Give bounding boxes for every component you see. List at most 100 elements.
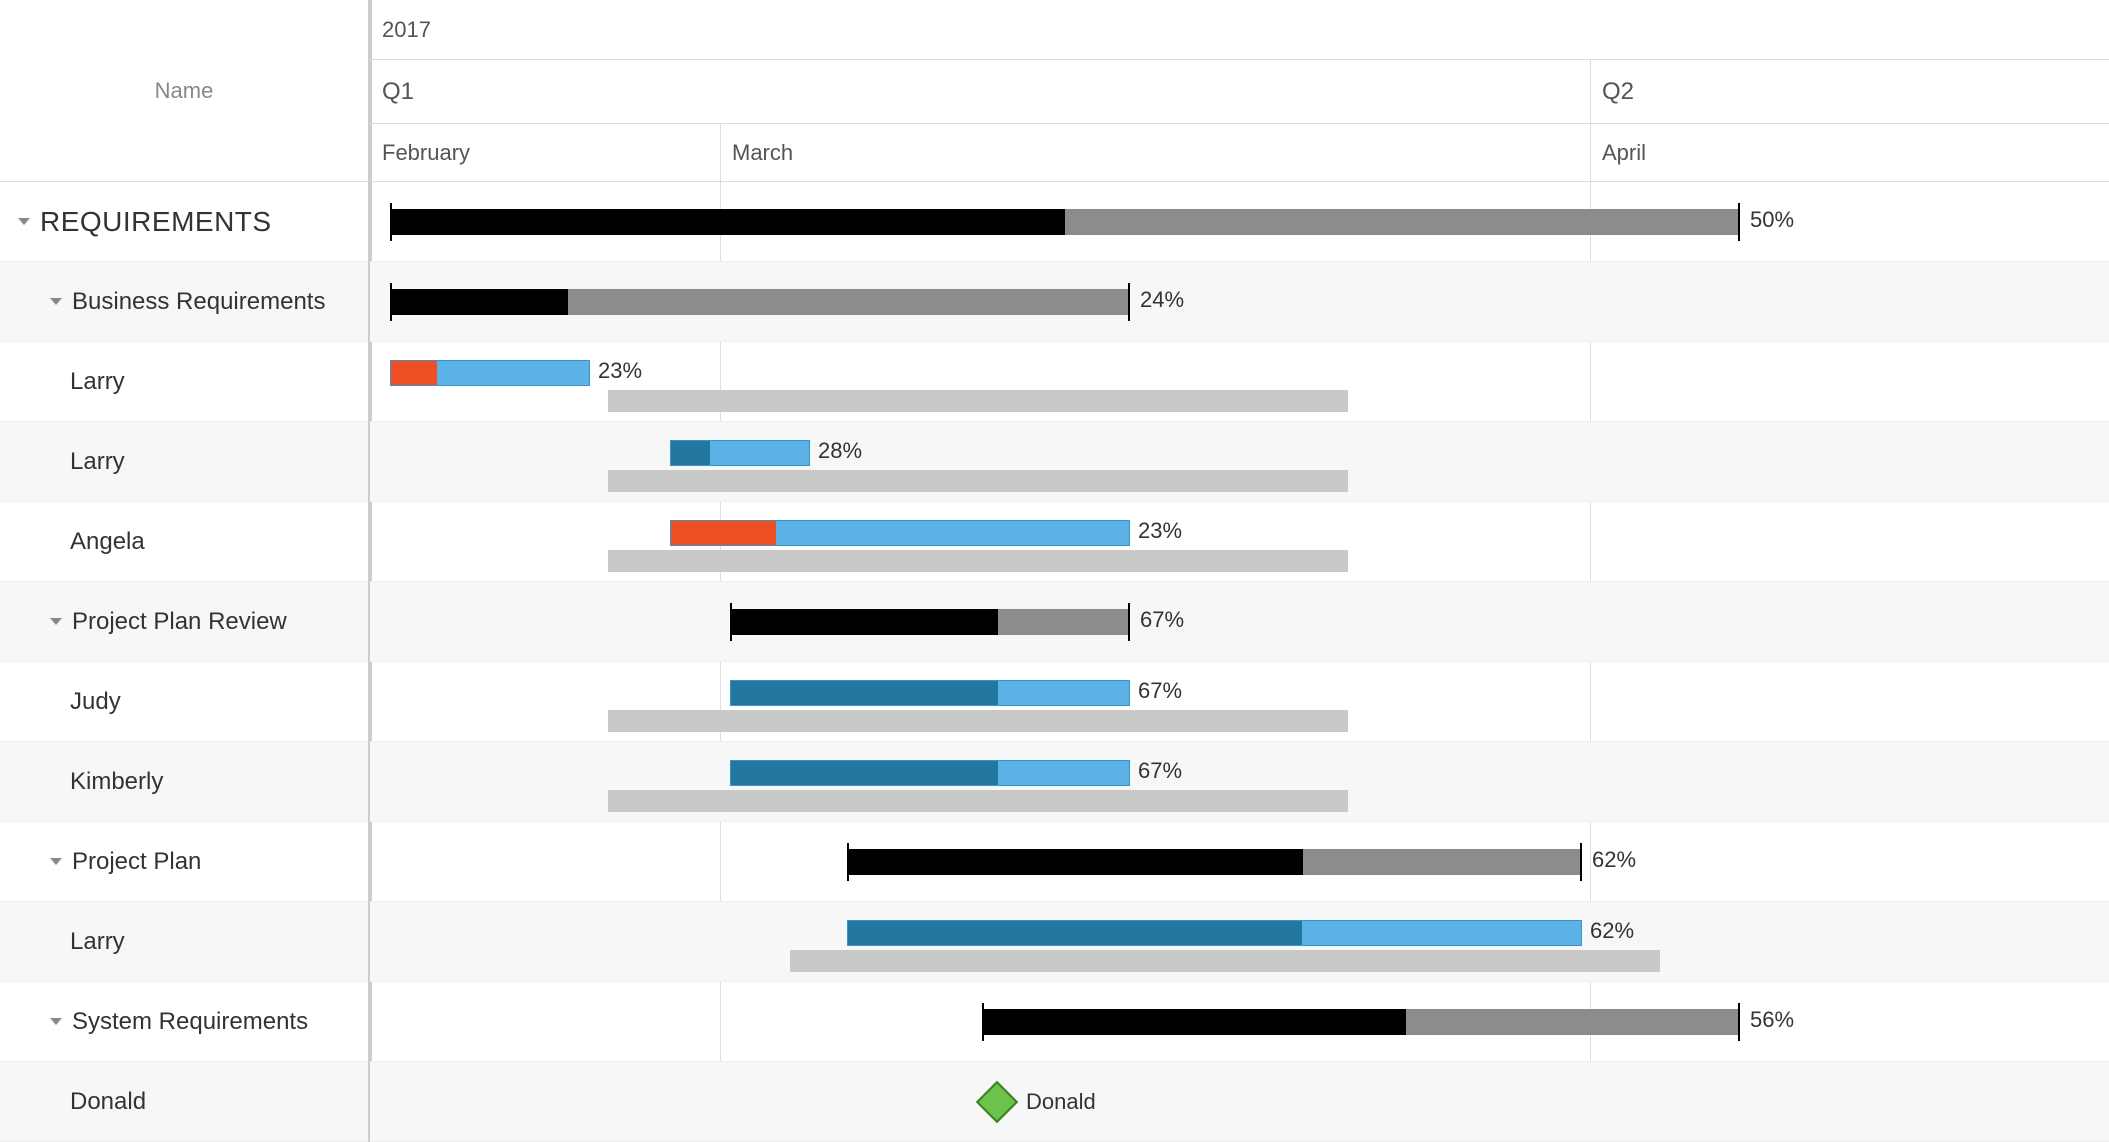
task-row[interactable]: Kimberly [0, 742, 368, 822]
baseline-bar [608, 390, 1348, 412]
timeline-row: 28% [370, 422, 2109, 502]
progress-fill [390, 209, 1065, 235]
task-name-label: Project Plan Review [72, 608, 287, 636]
timeline-row: 62% [370, 822, 2109, 902]
task-row[interactable]: System Requirements [0, 982, 368, 1062]
year-label: 2017 [382, 17, 431, 43]
progress-label: 24% [1140, 287, 1184, 313]
timeline-month-row: February March April [370, 124, 2109, 182]
summary-bar[interactable] [982, 1009, 1740, 1035]
timeline-row: 67% [370, 582, 2109, 662]
progress-label: 62% [1592, 847, 1636, 873]
task-name-label: REQUIREMENTS [40, 206, 272, 238]
gridline [1590, 60, 1591, 123]
baseline-bar [608, 790, 1348, 812]
task-row[interactable]: Larry [0, 902, 368, 982]
month-label: February [382, 140, 470, 166]
collapse-icon[interactable] [18, 218, 30, 225]
task-name-label: Larry [70, 928, 125, 956]
task-row[interactable]: Larry [0, 422, 368, 502]
task-name-cell[interactable]: Donald [0, 1062, 146, 1141]
task-name-cell[interactable]: Business Requirements [0, 262, 325, 341]
progress-fill [390, 289, 568, 315]
task-row[interactable]: Judy [0, 662, 368, 742]
progress-fill [848, 921, 1302, 945]
task-name-label: Larry [70, 368, 125, 396]
progress-fill [982, 1009, 1406, 1035]
timeline-row: 56% [370, 982, 2109, 1062]
task-row[interactable]: REQUIREMENTS [0, 182, 368, 262]
task-name-cell[interactable]: Larry [0, 342, 125, 421]
task-bar[interactable] [730, 760, 1130, 786]
timeline-body: 50% 24% 23% 28% 23% 67% 67% 67% 62% 62% 56% Donald [370, 182, 2109, 1142]
progress-fill [731, 681, 998, 705]
summary-bar[interactable] [730, 609, 1130, 635]
task-row[interactable]: Business Requirements [0, 262, 368, 342]
baseline-bar [790, 950, 1660, 972]
task-name-label: Donald [70, 1088, 146, 1116]
task-row[interactable]: Project Plan [0, 822, 368, 902]
task-name-label: Angela [70, 528, 145, 556]
progress-label: 67% [1140, 607, 1184, 633]
task-name-cell[interactable]: Angela [0, 502, 145, 581]
task-bar[interactable] [670, 440, 810, 466]
task-bar[interactable] [390, 360, 590, 386]
timeline-row: 24% [370, 262, 2109, 342]
timeline-row: 23% [370, 502, 2109, 582]
progress-label: 56% [1750, 1007, 1794, 1033]
task-row[interactable]: Project Plan Review [0, 582, 368, 662]
task-name-label: Kimberly [70, 768, 163, 796]
task-name-cell[interactable]: Kimberly [0, 742, 163, 821]
progress-label: 23% [598, 358, 642, 384]
baseline-bar [608, 470, 1348, 492]
task-row[interactable]: Angela [0, 502, 368, 582]
name-column-label: Name [155, 78, 214, 104]
task-name-cell[interactable]: Project Plan Review [0, 582, 287, 661]
quarter-label: Q2 [1602, 78, 1634, 106]
timeline-row: 67% [370, 662, 2109, 742]
timeline-row: Donald [370, 1062, 2109, 1142]
progress-label: 28% [818, 438, 862, 464]
task-bar[interactable] [670, 520, 1130, 546]
progress-label: 23% [1138, 518, 1182, 544]
task-row[interactable]: Donald [0, 1062, 368, 1142]
progress-label: 67% [1138, 758, 1182, 784]
task-name-cell[interactable]: REQUIREMENTS [0, 182, 272, 261]
task-name-cell[interactable]: Larry [0, 422, 125, 501]
baseline-bar [608, 710, 1348, 732]
summary-bar[interactable] [847, 849, 1582, 875]
task-name-cell[interactable]: System Requirements [0, 982, 308, 1061]
milestone-icon[interactable] [976, 1081, 1018, 1123]
timeline-row: 50% [370, 182, 2109, 262]
task-row[interactable]: Larry [0, 342, 368, 422]
gridline [720, 124, 721, 181]
timeline-year-row: 2017 [370, 0, 2109, 60]
timeline-row: 67% [370, 742, 2109, 822]
month-label: April [1602, 140, 1646, 166]
collapse-icon[interactable] [50, 858, 62, 865]
task-name-label: Business Requirements [72, 288, 325, 316]
summary-bar[interactable] [390, 289, 1130, 315]
progress-label: 62% [1590, 918, 1634, 944]
task-name-label: Judy [70, 688, 121, 716]
progress-fill [671, 441, 710, 465]
timeline-pane[interactable]: 2017 Q1Q2 FebruaryMarchApril 50%24%23%28… [370, 0, 2109, 1142]
task-name-cell[interactable]: Project Plan [0, 822, 201, 901]
baseline-bar [608, 550, 1348, 572]
progress-fill [671, 521, 776, 545]
collapse-icon[interactable] [50, 298, 62, 305]
task-name-cell[interactable]: Judy [0, 662, 121, 741]
timeline-row: 23% [370, 342, 2109, 422]
summary-bar[interactable] [390, 209, 1740, 235]
task-name-cell[interactable]: Larry [0, 902, 125, 981]
progress-fill [730, 609, 998, 635]
month-label: March [732, 140, 793, 166]
progress-fill [847, 849, 1303, 875]
task-bar[interactable] [730, 680, 1130, 706]
collapse-icon[interactable] [50, 1018, 62, 1025]
collapse-icon[interactable] [50, 618, 62, 625]
task-name-label: Project Plan [72, 848, 201, 876]
task-bar[interactable] [847, 920, 1582, 946]
progress-label: 50% [1750, 207, 1794, 233]
task-name-label: System Requirements [72, 1008, 308, 1036]
